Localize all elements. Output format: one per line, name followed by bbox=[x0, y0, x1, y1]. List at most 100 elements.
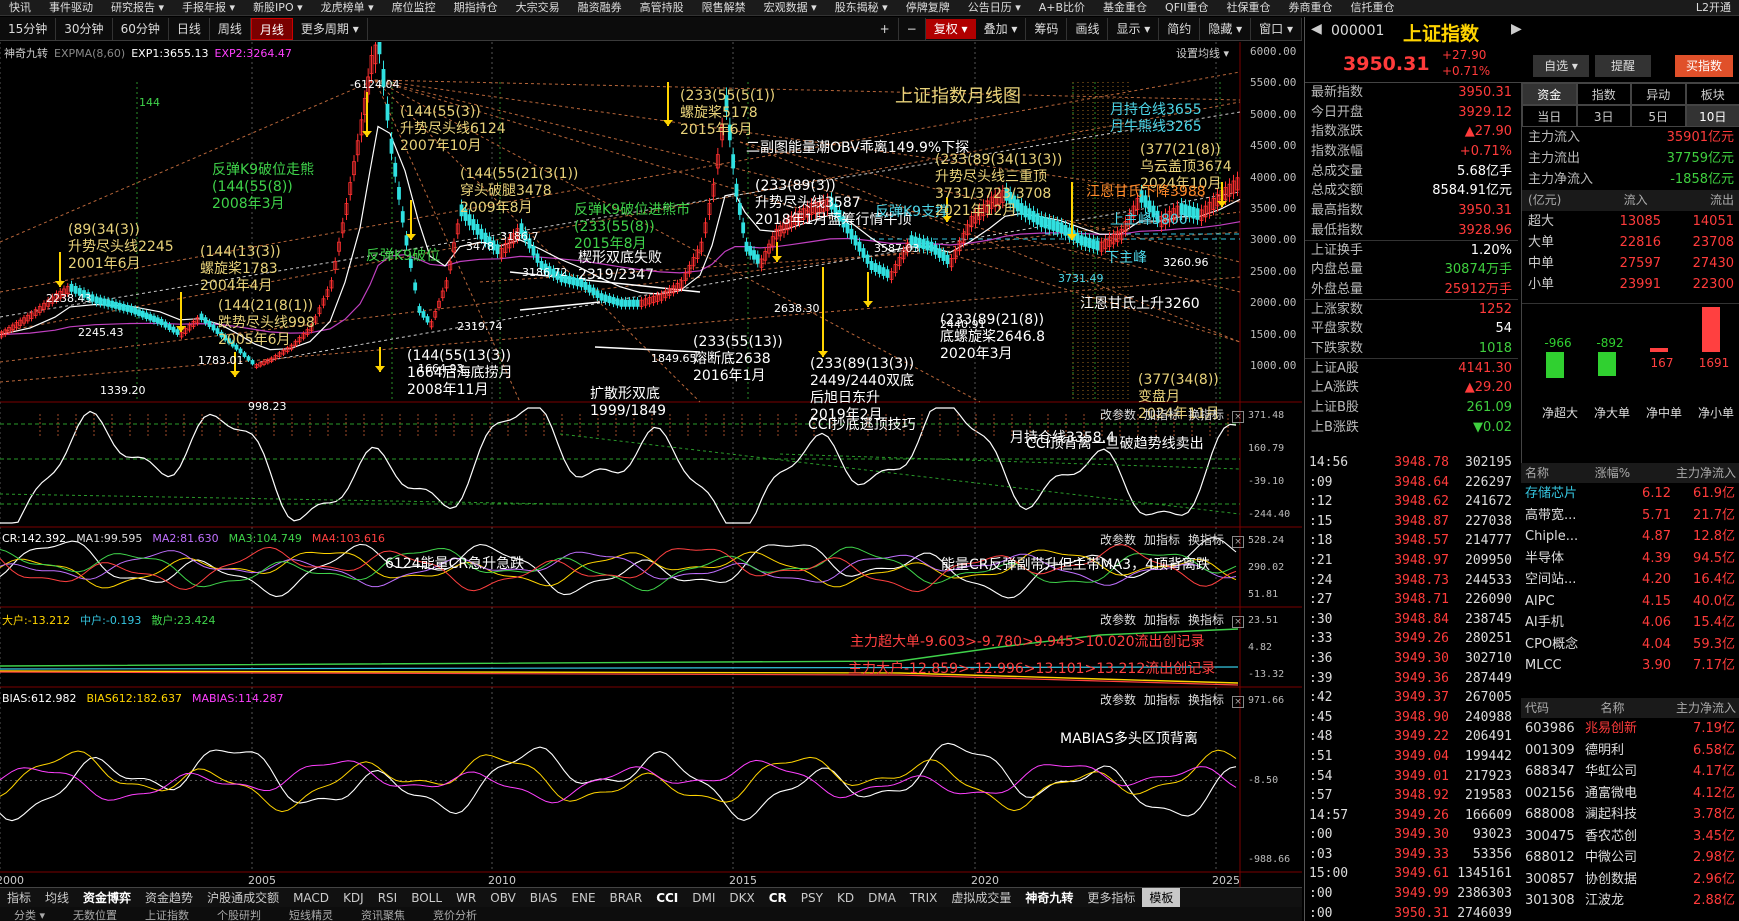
list-item[interactable]: 688347 华虹公司 4.17亿 bbox=[1521, 761, 1739, 783]
indicator-tab[interactable]: 指标 bbox=[0, 888, 38, 907]
period-tab[interactable]: 10日 bbox=[1685, 105, 1739, 127]
next-arrow-icon[interactable]: ▶ bbox=[1511, 21, 1522, 37]
period-tab[interactable]: 5日 bbox=[1631, 105, 1686, 127]
bottom-tab[interactable]: 上证指数 bbox=[131, 907, 203, 921]
top-menu-item[interactable]: 社保重仓 bbox=[1218, 0, 1280, 15]
list-item[interactable]: 半导体 4.39 94.5亿 bbox=[1521, 548, 1739, 570]
indicator-tab[interactable]: OBV bbox=[483, 888, 523, 907]
list-item[interactable]: AIPC 4.15 40.0亿 bbox=[1521, 591, 1739, 613]
indicator-tab[interactable]: 沪股通成交额 bbox=[200, 888, 286, 907]
top-menu-item[interactable]: 限售解禁 bbox=[693, 0, 755, 15]
prev-arrow-icon[interactable]: ◀ bbox=[1311, 21, 1322, 37]
panel-tool-button[interactable]: 改参数 bbox=[1100, 613, 1136, 627]
period-tab[interactable]: 60分钟 bbox=[113, 17, 169, 40]
panel-tool-button[interactable]: 改参数 bbox=[1100, 408, 1136, 422]
list-item[interactable]: 300857 协创数据 2.96亿 bbox=[1521, 869, 1739, 891]
indicator-tab[interactable]: BRAR bbox=[603, 888, 650, 907]
period-tab[interactable]: 周线 bbox=[210, 17, 251, 40]
chart-canvas[interactable] bbox=[0, 42, 1302, 887]
bottom-tab[interactable]: 无数位置 bbox=[59, 907, 131, 921]
indicator-tab[interactable]: 资金趋势 bbox=[138, 888, 200, 907]
list-item[interactable]: CPO概念 4.04 59.3亿 bbox=[1521, 634, 1739, 656]
close-icon[interactable]: × bbox=[1232, 536, 1244, 548]
panel-tool-button[interactable]: 加指标 bbox=[1144, 533, 1180, 547]
indicator-tab[interactable]: TRIX bbox=[903, 888, 944, 907]
top-menu-item[interactable]: 信托重仓 bbox=[1342, 0, 1404, 15]
list-item[interactable]: Chiple... 4.87 12.8亿 bbox=[1521, 526, 1739, 548]
close-icon[interactable]: × bbox=[1232, 696, 1244, 708]
period-tab[interactable]: 当日 bbox=[1522, 105, 1577, 127]
bottom-tab[interactable]: 分类 ▾ bbox=[0, 907, 59, 921]
top-menu-item[interactable]: 股东揭秘 ▾ bbox=[826, 0, 897, 15]
list-item[interactable]: 301308 江波龙 2.88亿 bbox=[1521, 890, 1739, 912]
period-tab[interactable]: 日线 bbox=[169, 17, 210, 40]
period-tab[interactable]: 30分钟 bbox=[56, 17, 113, 40]
top-menu-item[interactable]: 席位监控 bbox=[383, 0, 445, 15]
list-item[interactable]: 高带宽... 5.71 21.7亿 bbox=[1521, 505, 1739, 527]
chart-area[interactable]: 神奇九转 EXPMA(8,60) EXP1:3655.13 EXP2:3264.47 设… bbox=[0, 42, 1302, 887]
panel-tool-button[interactable]: 换指标 bbox=[1188, 693, 1224, 707]
period-tab[interactable]: 更多周期 ▾ bbox=[293, 17, 368, 40]
indicator-tab[interactable]: MACD bbox=[286, 888, 336, 907]
indicator-tab[interactable]: KD bbox=[830, 888, 861, 907]
toolbar-item[interactable]: 叠加 ▾ bbox=[976, 17, 1027, 40]
alert-button[interactable]: 提醒 bbox=[1595, 55, 1651, 77]
top-menu-item[interactable]: 事件驱动 bbox=[40, 0, 102, 15]
indicator-tab[interactable]: 模板 bbox=[1142, 888, 1181, 907]
top-menu-item[interactable]: 高管持股 bbox=[631, 0, 693, 15]
indicator-tab[interactable]: PSY bbox=[794, 888, 830, 907]
indicator-tab[interactable]: BOLL bbox=[404, 888, 449, 907]
list-item[interactable]: 存储芯片 6.12 61.9亿 bbox=[1521, 483, 1739, 505]
toolbar-item[interactable]: 简约 bbox=[1159, 17, 1201, 40]
panel-tool-button[interactable]: 改参数 bbox=[1100, 533, 1136, 547]
panel-tool-button[interactable]: 改参数 bbox=[1100, 693, 1136, 707]
zoom-in-button[interactable]: + bbox=[872, 17, 899, 40]
fund-tab[interactable]: 资金 bbox=[1522, 83, 1577, 105]
top-menu-item[interactable]: 宏观数据 ▾ bbox=[755, 0, 826, 15]
top-menu-item[interactable]: 新股IPO ▾ bbox=[244, 0, 312, 15]
indicator-tab[interactable]: 虚拟成交量 bbox=[944, 888, 1018, 907]
list-item[interactable]: MLCC 3.90 7.17亿 bbox=[1521, 655, 1739, 677]
indicator-tab[interactable]: 均线 bbox=[38, 888, 76, 907]
panel-tool-button[interactable]: 换指标 bbox=[1188, 613, 1224, 627]
list-item[interactable]: 002156 通富微电 4.12亿 bbox=[1521, 783, 1739, 805]
top-menu-item[interactable]: 手报年报 ▾ bbox=[173, 0, 244, 15]
toolbar-item[interactable]: 筹码 bbox=[1026, 17, 1068, 40]
top-menu-item[interactable]: 快讯 bbox=[0, 0, 40, 15]
select-button[interactable]: 自选 ▾ bbox=[1533, 55, 1589, 77]
top-menu-item[interactable]: 停牌复牌 bbox=[897, 0, 959, 15]
fund-tab[interactable]: 异动 bbox=[1631, 83, 1686, 105]
top-menu-item[interactable]: 研究报告 ▾ bbox=[102, 0, 173, 15]
list-item[interactable]: 001309 德明利 6.58亿 bbox=[1521, 740, 1739, 762]
toolbar-item[interactable]: 窗口 ▾ bbox=[1251, 17, 1302, 40]
top-menu-item[interactable]: A+B比价 bbox=[1030, 0, 1094, 15]
toolbar-item[interactable]: 隐藏 ▾ bbox=[1200, 17, 1252, 40]
indicator-tab[interactable]: ENE bbox=[564, 888, 602, 907]
indicator-tab[interactable]: 神奇九转 bbox=[1018, 888, 1080, 907]
fund-tab[interactable]: 指数 bbox=[1576, 83, 1631, 105]
bottom-tab[interactable]: 竞价分析 bbox=[419, 907, 491, 921]
indicator-tab[interactable]: BIAS bbox=[523, 888, 565, 907]
close-icon[interactable]: × bbox=[1232, 411, 1244, 423]
indicator-tab[interactable]: DMA bbox=[861, 888, 903, 907]
l2-open-link[interactable]: L2开通 bbox=[1687, 0, 1739, 15]
buy-index-button[interactable]: 买指数 bbox=[1675, 55, 1733, 77]
indicator-tab[interactable]: CR bbox=[762, 888, 794, 907]
toolbar-item[interactable]: 画线 bbox=[1067, 17, 1109, 40]
top-menu-item[interactable]: 融资融券 bbox=[569, 0, 631, 15]
bottom-tab[interactable]: 资讯聚焦 bbox=[347, 907, 419, 921]
close-icon[interactable]: × bbox=[1232, 616, 1244, 628]
list-item[interactable]: AI手机 4.06 15.4亿 bbox=[1521, 612, 1739, 634]
top-menu-item[interactable]: 期指持仓 bbox=[445, 0, 507, 15]
panel-tool-button[interactable]: 换指标 bbox=[1188, 533, 1224, 547]
period-tab[interactable]: 3日 bbox=[1576, 105, 1631, 127]
indicator-tab[interactable]: WR bbox=[449, 888, 483, 907]
panel-tool-button[interactable]: 换指标 bbox=[1188, 408, 1224, 422]
indicator-tab[interactable]: DMI bbox=[685, 888, 722, 907]
top-menu-item[interactable]: 公告日历 ▾ bbox=[959, 0, 1030, 15]
top-menu-item[interactable]: 龙虎榜单 ▾ bbox=[312, 0, 383, 15]
top-menu-item[interactable]: QFII重仓 bbox=[1156, 0, 1217, 15]
period-tab[interactable]: 15分钟 bbox=[0, 17, 57, 40]
indicator-tab[interactable]: DKX bbox=[722, 888, 761, 907]
indicator-tab[interactable]: 更多指标 bbox=[1080, 888, 1142, 907]
